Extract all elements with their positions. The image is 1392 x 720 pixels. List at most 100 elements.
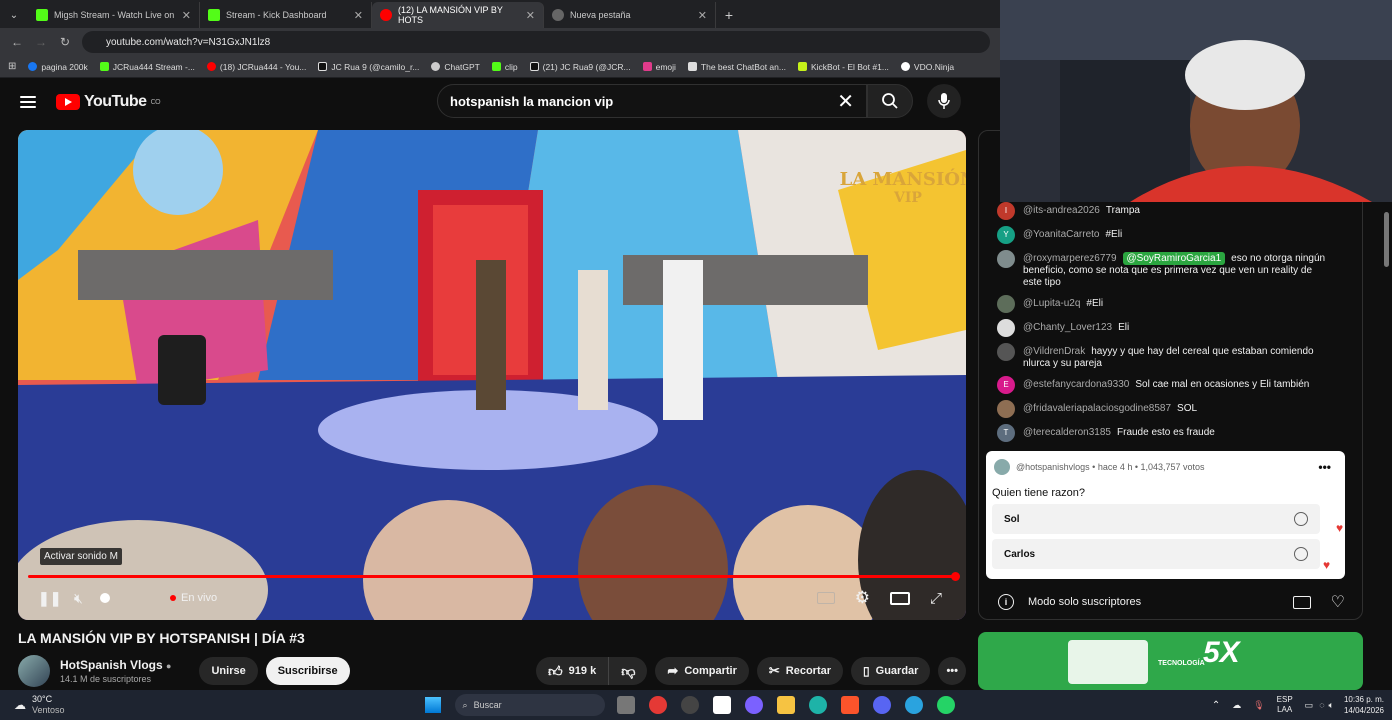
- whatsapp-icon[interactable]: [936, 696, 955, 714]
- radio-icon[interactable]: [1294, 547, 1308, 561]
- menu-icon[interactable]: [20, 96, 36, 108]
- forward-arrow-icon[interactable]: →: [34, 35, 48, 49]
- ad-banner[interactable]: TECNOLOGÍA 5X: [978, 632, 1363, 690]
- new-tab-button[interactable]: +: [716, 2, 742, 28]
- video-player[interactable]: LA MANSIÓN VIP Activar sonido M ❚❚ 🔇︎ En…: [18, 130, 966, 620]
- bookmark-item[interactable]: (21) JC Rua9 (@JCR...: [529, 62, 631, 72]
- user-avatar[interactable]: E: [997, 376, 1015, 394]
- theater-mode-icon[interactable]: [889, 591, 910, 605]
- discord-icon[interactable]: [872, 696, 891, 714]
- subtitles-icon[interactable]: [816, 592, 835, 604]
- telegram-icon[interactable]: [904, 696, 923, 714]
- onedrive-icon[interactable]: ☁: [1232, 700, 1241, 711]
- back-arrow-icon[interactable]: ←: [10, 35, 24, 49]
- mention-chip[interactable]: @SoyRamiroGarcia1: [1122, 252, 1226, 265]
- weather-widget[interactable]: 30°C Ventoso: [32, 694, 65, 716]
- windows-start-icon[interactable]: [424, 697, 441, 713]
- youtube-logo[interactable]: YouTube CO: [56, 93, 161, 111]
- poll-option-carlos[interactable]: Carlos: [992, 539, 1320, 569]
- tray-chevron-icon[interactable]: ⌃: [1212, 700, 1220, 711]
- volume-icon[interactable]: 🔈︎: [1329, 700, 1334, 711]
- radio-icon[interactable]: [1294, 512, 1308, 526]
- bookmark-item[interactable]: pagina 200k: [28, 62, 88, 72]
- more-icon[interactable]: •••: [1318, 460, 1331, 474]
- super-chat-icon[interactable]: [1292, 595, 1311, 609]
- chat-username[interactable]: @estefanycardona9330: [1023, 379, 1129, 390]
- chat-username[interactable]: @fridavaleriapalaciosgodine8587: [1023, 403, 1171, 414]
- bookmark-item[interactable]: clip: [491, 62, 518, 72]
- channel-name[interactable]: HotSpanish Vlogs ●: [60, 658, 171, 672]
- volume-slider[interactable]: [100, 593, 110, 603]
- tab-kick-dashboard[interactable]: Stream - Kick Dashboard ✕: [200, 2, 372, 28]
- save-button[interactable]: ▯ Guardar: [851, 657, 931, 685]
- chat-username[interactable]: @terecalderon3185: [1023, 427, 1111, 438]
- close-icon[interactable]: ✕: [354, 9, 363, 22]
- brave-icon[interactable]: [840, 696, 859, 714]
- user-avatar[interactable]: [997, 319, 1015, 337]
- voice-search-button[interactable]: [927, 84, 961, 118]
- chat-username[interactable]: @Lupita-u2q: [1023, 298, 1080, 309]
- user-avatar[interactable]: T: [997, 424, 1015, 442]
- live-indicator[interactable]: En vivo: [170, 592, 217, 604]
- like-button[interactable]: 👍︎ 919 k: [536, 657, 610, 685]
- bookmark-item[interactable]: VDO.Ninja: [900, 62, 954, 72]
- close-icon[interactable]: ✕: [526, 9, 535, 22]
- bookmark-item[interactable]: KickBot - El Bot #1...: [797, 62, 889, 72]
- bookmark-item[interactable]: JCRua444 Stream -...: [99, 62, 195, 72]
- muted-volume-icon[interactable]: 🔇︎: [74, 590, 96, 607]
- close-icon[interactable]: ✕: [698, 9, 707, 22]
- bookmark-item[interactable]: emoji: [642, 62, 676, 72]
- clock[interactable]: 10:36 p. m. 14/04/2026: [1344, 694, 1384, 716]
- user-avatar[interactable]: [997, 400, 1015, 418]
- dislike-button[interactable]: 👎︎: [609, 657, 648, 685]
- chat-username[interactable]: @Chanty_Lover123: [1023, 322, 1112, 333]
- copilot-icon[interactable]: [744, 696, 763, 714]
- reload-icon[interactable]: ↻: [58, 35, 72, 49]
- clip-button[interactable]: ✂ Recortar: [756, 657, 844, 685]
- join-button[interactable]: Unirse: [199, 657, 258, 685]
- user-avatar[interactable]: Y: [997, 226, 1015, 244]
- user-avatar[interactable]: [997, 250, 1015, 268]
- apps-grid-icon[interactable]: ⊞: [8, 61, 16, 72]
- subscribe-button[interactable]: Suscribirse: [265, 657, 350, 685]
- channel-avatar[interactable]: [18, 655, 50, 687]
- user-avatar[interactable]: [997, 343, 1015, 361]
- fullscreen-icon[interactable]: ⤢: [930, 590, 942, 607]
- chrome-icon[interactable]: [648, 696, 667, 714]
- url-field[interactable]: youtube.com/watch?v=N31GxJN1lz8: [82, 31, 990, 53]
- scrollbar-thumb[interactable]: [1384, 212, 1389, 267]
- more-actions-button[interactable]: •••: [938, 657, 966, 685]
- weather-icon[interactable]: ☁: [14, 698, 26, 712]
- bookmark-item[interactable]: The best ChatBot an...: [687, 62, 786, 72]
- user-avatar[interactable]: I: [997, 202, 1015, 220]
- pause-icon[interactable]: ❚❚: [38, 590, 61, 607]
- settings-gear-icon[interactable]: ⚙: [855, 588, 870, 608]
- clear-icon[interactable]: ✕: [837, 89, 854, 114]
- page-scrollbar[interactable]: [1382, 202, 1392, 690]
- display-icon[interactable]: ▭: [1305, 700, 1314, 711]
- bookmark-item[interactable]: JC Rua 9 (@camilo_r...: [318, 62, 419, 72]
- share-button[interactable]: ➦ Compartir: [655, 657, 749, 685]
- capcut-icon[interactable]: [712, 696, 731, 714]
- bookmark-item[interactable]: (18) JCRua444 - You...: [206, 62, 306, 72]
- user-avatar[interactable]: [997, 295, 1015, 313]
- language-indicator[interactable]: ESP LAA: [1277, 695, 1293, 715]
- chat-username[interactable]: @roxymarperez6779: [1023, 253, 1117, 264]
- search-input[interactable]: hotspanish la mancion vip ✕: [437, 84, 867, 118]
- tab-new-tab[interactable]: Nueva pestaña ✕: [544, 2, 716, 28]
- tab-migsh-stream[interactable]: Migsh Stream - Watch Live on ✕: [28, 2, 200, 28]
- close-icon[interactable]: ✕: [182, 9, 191, 22]
- file-explorer-icon[interactable]: [776, 696, 795, 714]
- taskbar-search[interactable]: ⌕ Buscar: [454, 694, 605, 716]
- obs-icon[interactable]: [680, 696, 699, 714]
- tab-search-button[interactable]: ⌄: [0, 2, 28, 28]
- chat-username[interactable]: @VildrenDrak: [1023, 346, 1085, 357]
- poll-option-sol[interactable]: Sol: [992, 504, 1320, 534]
- search-button[interactable]: [867, 84, 913, 118]
- heart-icon[interactable]: ♡: [1331, 592, 1345, 612]
- tab-youtube-video[interactable]: (12) LA MANSIÓN VIP BY HOTS ✕: [372, 2, 544, 28]
- chat-username[interactable]: @YoanitaCarreto: [1023, 229, 1100, 240]
- chat-username[interactable]: @its-andrea2026: [1023, 205, 1100, 216]
- mic-tray-icon[interactable]: 🎙︎: [1253, 700, 1264, 711]
- task-view-icon[interactable]: [616, 696, 635, 714]
